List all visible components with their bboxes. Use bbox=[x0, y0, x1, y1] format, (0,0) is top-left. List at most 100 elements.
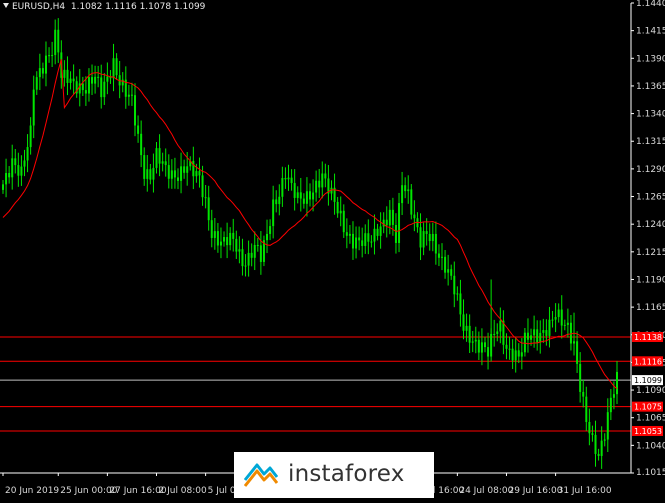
candle-body bbox=[305, 191, 308, 204]
candle-body bbox=[164, 161, 167, 166]
candle-body bbox=[573, 341, 576, 344]
candle-body bbox=[35, 77, 38, 90]
watermark: instaforex bbox=[234, 452, 434, 498]
candle-body bbox=[17, 165, 20, 176]
candle-body bbox=[453, 275, 456, 295]
candle-body bbox=[232, 232, 235, 239]
candle-body bbox=[434, 233, 437, 254]
y-tick-label: 1.1390 bbox=[636, 54, 665, 64]
candle-body bbox=[84, 90, 87, 94]
candle-body bbox=[315, 180, 318, 193]
candle-body bbox=[597, 453, 600, 456]
candle-body bbox=[563, 324, 566, 326]
candle-body bbox=[256, 244, 259, 246]
candle-body bbox=[161, 161, 164, 164]
candle-body bbox=[594, 434, 597, 454]
candle-body bbox=[66, 69, 69, 83]
candle-body bbox=[373, 228, 376, 242]
candle-body bbox=[609, 397, 612, 413]
candle-body bbox=[32, 89, 35, 126]
candle-body bbox=[588, 421, 591, 434]
candle-body bbox=[213, 231, 216, 238]
candle-body bbox=[603, 439, 606, 441]
candle-body bbox=[569, 322, 572, 344]
price-chart[interactable]: 1.1440 1.1415 1.1390 1.1365 1.1340 1.1315 1.12… bbox=[0, 0, 665, 499]
candle-body bbox=[5, 173, 8, 185]
candle-body bbox=[244, 265, 247, 267]
candle-body bbox=[477, 339, 480, 353]
candle-body bbox=[582, 391, 585, 397]
candle-body bbox=[186, 166, 189, 173]
candle-body bbox=[183, 166, 186, 173]
candle-body bbox=[490, 333, 493, 357]
candle-body bbox=[437, 253, 440, 258]
candle-body bbox=[600, 440, 603, 456]
y-tick-label: 1.1190 bbox=[636, 275, 665, 285]
candle-body bbox=[158, 148, 161, 164]
candle-body bbox=[195, 171, 198, 177]
candle-body bbox=[281, 178, 284, 197]
candle-body bbox=[447, 269, 450, 273]
chart-background bbox=[0, 0, 665, 499]
candle-body bbox=[493, 333, 496, 335]
candle-body bbox=[321, 173, 324, 188]
candle-body bbox=[554, 317, 557, 320]
candle-body bbox=[302, 198, 305, 204]
x-tick-label: 2 Jul 08:00 bbox=[159, 486, 208, 496]
candle-body bbox=[404, 185, 407, 192]
candle-body bbox=[379, 226, 382, 236]
candle-body bbox=[348, 233, 351, 236]
candle-body bbox=[112, 58, 115, 79]
candle-body bbox=[100, 77, 103, 98]
y-tick-label: 1.1340 bbox=[636, 110, 665, 120]
candle-body bbox=[444, 256, 447, 273]
candle-body bbox=[585, 396, 588, 422]
candle-body bbox=[385, 219, 388, 226]
candle-body bbox=[287, 177, 290, 180]
candle-body bbox=[358, 237, 361, 241]
candle-body bbox=[149, 169, 152, 180]
candle-body bbox=[367, 233, 370, 242]
level-label: 1.1138 bbox=[634, 333, 662, 342]
candle-body bbox=[487, 347, 490, 357]
dropdown-triangle-icon[interactable] bbox=[3, 3, 9, 8]
candle-body bbox=[422, 231, 425, 248]
candle-body bbox=[41, 68, 44, 74]
y-tick-label: 1.1040 bbox=[636, 441, 665, 451]
candle-body bbox=[419, 227, 422, 248]
chart-svg[interactable]: 1.1440 1.1415 1.1390 1.1365 1.1340 1.1315 1.12… bbox=[0, 0, 665, 499]
candle-body bbox=[278, 196, 281, 205]
candle-body bbox=[345, 232, 348, 236]
candle-body bbox=[103, 81, 106, 98]
candle-body bbox=[576, 341, 579, 364]
candle-body bbox=[361, 240, 364, 246]
candle-body bbox=[235, 238, 238, 252]
candle-body bbox=[20, 166, 23, 176]
candle-body bbox=[296, 192, 299, 198]
candle-body bbox=[324, 173, 327, 179]
level-label: 1.1116 bbox=[634, 357, 662, 366]
candle-body bbox=[223, 237, 226, 242]
candle-body bbox=[450, 269, 453, 276]
candle-body bbox=[293, 183, 296, 198]
candle-body bbox=[247, 252, 250, 266]
candle-body bbox=[81, 83, 84, 91]
candle-body bbox=[511, 348, 514, 361]
y-tick-label: 1.1265 bbox=[636, 193, 665, 203]
candle-body bbox=[72, 78, 75, 82]
x-tick-label: 29 Jul 16:00 bbox=[508, 486, 562, 496]
y-tick-label: 1.1315 bbox=[636, 137, 665, 147]
y-tick-label: 1.1015 bbox=[636, 468, 665, 478]
x-tick-label: 24 Jul 08:00 bbox=[459, 486, 513, 496]
candle-body bbox=[152, 167, 155, 180]
candle-body bbox=[253, 244, 256, 258]
candle-body bbox=[173, 170, 176, 178]
candle-body bbox=[250, 252, 253, 258]
candle-body bbox=[312, 192, 315, 200]
candle-body bbox=[207, 197, 210, 221]
candle-body bbox=[370, 241, 373, 243]
candle-body bbox=[508, 348, 511, 350]
candle-body bbox=[517, 350, 520, 357]
candle-body bbox=[612, 394, 615, 398]
candle-body bbox=[44, 55, 47, 74]
